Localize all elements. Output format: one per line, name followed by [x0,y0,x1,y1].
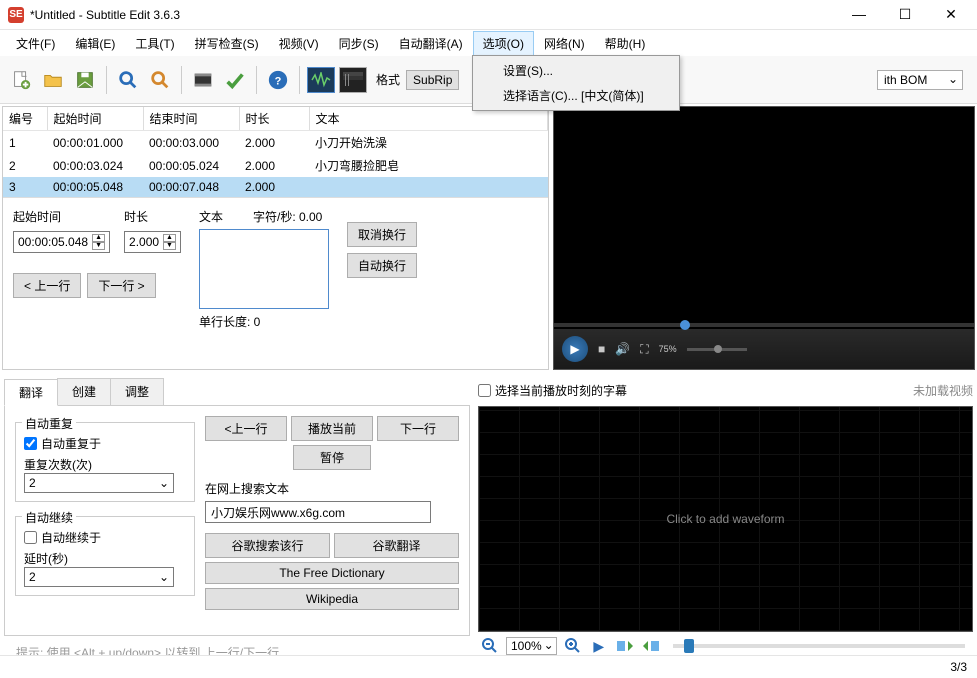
autobreak-button[interactable]: 自动换行 [347,253,417,278]
menu-autotranslate[interactable]: 自动翻译(A) [389,31,473,56]
fullscreen-icon[interactable]: ⛶ [640,342,648,357]
col-end[interactable]: 结束时间 [143,107,239,131]
auto-repeat-group: 自动重复 自动重复于 重复次数(次) 2 [15,422,195,502]
col-number[interactable]: 编号 [3,107,47,131]
save-file-icon[interactable] [70,65,100,95]
options-dropdown: 设置(S)... 选择语言(C)... [中文(简体)] [472,55,680,111]
dropdown-language[interactable]: 选择语言(C)... [中文(简体)] [475,83,677,108]
google-translate-button[interactable]: 谷歌翻译 [334,533,459,558]
speed-label: 75% [659,344,677,354]
dropdown-settings[interactable]: 设置(S)... [475,58,677,83]
window-controls: — ☐ ✕ [845,6,965,23]
window-title: *Untitled - Subtitle Edit 3.6.3 [30,8,845,22]
search-label: 在网上搜索文本 [205,480,459,497]
google-search-button[interactable]: 谷歌搜索该行 [205,533,330,558]
play-prev-button[interactable]: <上一行 [205,416,287,441]
format-label: 格式 [376,71,400,88]
app-icon: SE [8,7,24,23]
status-count: 3/3 [950,660,967,674]
new-file-icon[interactable] [6,65,36,95]
play-next-button[interactable]: 下一行 [377,416,459,441]
status-bar: 3/3 [0,655,977,678]
visual-sync-icon[interactable] [188,65,218,95]
close-button[interactable]: ✕ [937,6,965,23]
stop-icon[interactable]: ■ [598,342,605,356]
find-icon[interactable] [113,65,143,95]
prev-line-button[interactable]: < 上一行 [13,273,81,298]
svg-text:?: ? [275,75,282,87]
search-input[interactable] [205,501,431,523]
edit-panel: 起始时间 00:00:05.048▲▼ 时长 2.000▲▼ < 上一行 下一行… [3,197,548,369]
no-video-label: 未加载视频 [913,382,973,399]
help-icon[interactable]: ? [263,65,293,95]
line-length-label: 单行长度: 0 [199,313,329,330]
repeat-count-label: 重复次数(次) [24,456,186,473]
col-start[interactable]: 起始时间 [47,107,143,131]
menu-options[interactable]: 选项(O) [473,31,534,56]
waveform-area[interactable]: Click to add waveform [478,406,973,632]
play-current-button[interactable]: 播放当前 [291,416,373,441]
format-select[interactable]: SubRip [406,70,459,90]
col-duration[interactable]: 时长 [239,107,309,131]
open-file-icon[interactable] [38,65,68,95]
cps-label: 字符/秒: 0.00 [253,208,322,225]
menu-file[interactable]: 文件(F) [6,31,65,56]
subtitle-text-input[interactable] [199,229,329,309]
menu-tools[interactable]: 工具(T) [125,31,184,56]
waveform-placeholder: Click to add waveform [666,512,784,526]
wave-pos2-icon[interactable] [641,636,661,656]
table-row[interactable]: 200:00:03.02400:00:05.0242.000小刀弯腰捡肥皂 [3,154,548,177]
waveform-slider[interactable] [673,644,965,648]
repeat-count-select[interactable]: 2 [24,473,174,493]
replace-icon[interactable] [145,65,175,95]
auto-continue-checkbox[interactable]: 自动继续于 [24,529,186,546]
wave-pos1-icon[interactable] [615,636,635,656]
minimize-button[interactable]: — [845,6,873,23]
menu-video[interactable]: 视频(V) [269,31,329,56]
zoom-in-icon[interactable] [563,636,583,656]
duration-input[interactable]: 2.000▲▼ [124,231,181,253]
spectrogram-view-icon[interactable] [339,67,367,93]
table-row[interactable]: 300:00:05.04800:00:07.0482.000 [3,177,548,197]
wikipedia-button[interactable]: Wikipedia [205,588,459,610]
pause-button[interactable]: 暂停 [293,445,371,470]
table-row[interactable]: 100:00:01.00000:00:03.0002.000小刀开始洗澡 [3,131,548,155]
subtitle-table[interactable]: 编号 起始时间 结束时间 时长 文本 100:00:01.00000:00:03… [3,107,548,197]
menu-bar: 文件(F) 编辑(E) 工具(T) 拼写检查(S) 视频(V) 同步(S) 自动… [0,30,977,56]
zoom-select[interactable]: 100% [506,637,557,655]
delay-label: 延时(秒) [24,550,186,567]
next-line-button[interactable]: 下一行 > [87,273,155,298]
play-icon[interactable]: ▶ [562,336,588,362]
tab-translate[interactable]: 翻译 [4,379,58,406]
video-player[interactable]: ▶ ■ 🔊 ⛶ 75% [553,106,975,370]
encoding-select[interactable]: ith BOM [877,70,963,90]
spellcheck-icon[interactable] [220,65,250,95]
menu-spellcheck[interactable]: 拼写检查(S) [185,31,269,56]
menu-edit[interactable]: 编辑(E) [65,31,125,56]
tab-adjust[interactable]: 调整 [110,378,164,405]
subtitle-list-pane: 编号 起始时间 结束时间 时长 文本 100:00:01.00000:00:03… [2,106,549,370]
duration-label: 时长 [124,208,181,225]
volume-icon[interactable]: 🔊 [615,342,630,356]
lower-tabs: 翻译 创建 调整 [4,378,470,406]
video-controls: ▶ ■ 🔊 ⛶ 75% [554,329,974,369]
unbreak-button[interactable]: 取消换行 [347,222,417,247]
maximize-button[interactable]: ☐ [891,6,919,23]
start-time-label: 起始时间 [13,208,110,225]
menu-network[interactable]: 网络(N) [534,31,595,56]
auto-continue-group: 自动继续 自动继续于 延时(秒) 2 [15,516,195,596]
text-label: 文本 [199,208,223,225]
waveform-view-icon[interactable] [307,67,335,93]
wave-play-icon[interactable]: ▶ [589,636,609,656]
tab-create[interactable]: 创建 [57,378,111,405]
auto-repeat-checkbox[interactable]: 自动重复于 [24,435,186,452]
menu-help[interactable]: 帮助(H) [595,31,656,56]
free-dictionary-button[interactable]: The Free Dictionary [205,562,459,584]
delay-select[interactable]: 2 [24,567,174,587]
title-bar: SE *Untitled - Subtitle Edit 3.6.3 — ☐ ✕ [0,0,977,30]
start-time-input[interactable]: 00:00:05.048▲▼ [13,231,110,253]
select-at-playtime-checkbox[interactable]: 选择当前播放时刻的字幕 [478,382,627,399]
zoom-out-icon[interactable] [480,636,500,656]
menu-sync[interactable]: 同步(S) [329,31,389,56]
